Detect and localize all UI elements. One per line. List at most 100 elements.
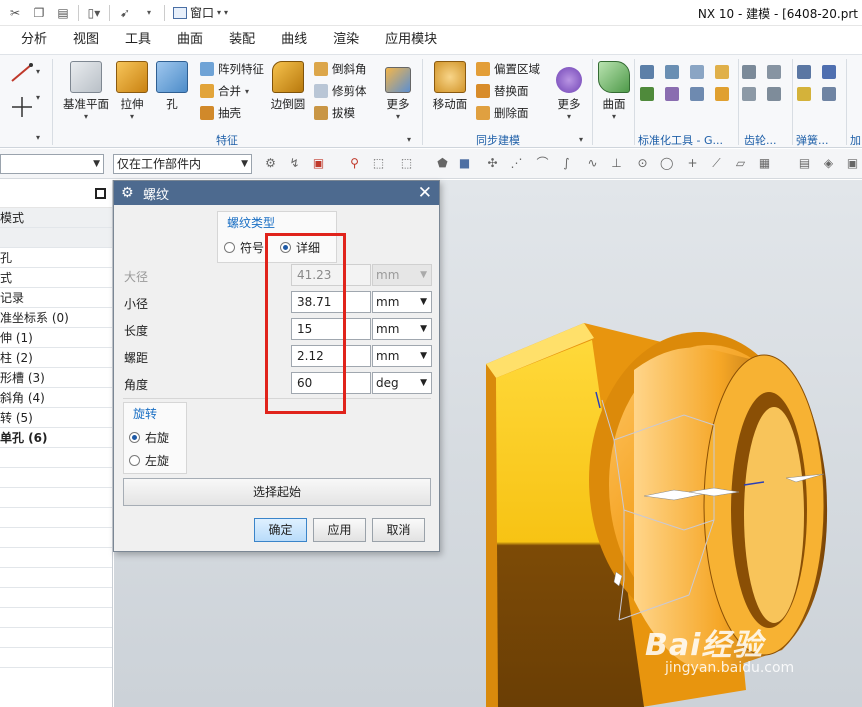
navigator-row[interactable]: 柱 (2) [0,348,112,368]
draft-button[interactable]: 拔模 [314,105,355,121]
navigator-row[interactable] [0,508,112,528]
midpoint-icon[interactable]: ⋰ [510,157,523,170]
minor-diameter-input[interactable]: 38.71 [291,291,371,313]
navigator-row[interactable]: 伸 (1) [0,328,112,348]
navigator-row[interactable] [0,528,112,548]
length-unit-select[interactable]: mm ▼ [372,318,432,340]
detailed-radio[interactable]: 详细 [280,239,320,256]
tangent-icon[interactable]: ⊥ [610,157,623,170]
pitch-input[interactable]: 2.12 [291,345,371,367]
gear-tool-icon[interactable] [742,65,756,79]
navigator-row[interactable]: 模式 [0,208,112,228]
bounded-grid-icon[interactable]: ▦ [758,157,771,170]
navigator-row[interactable] [0,448,112,468]
symbolic-radio[interactable]: 符号 [224,239,264,256]
std-tool-icon[interactable] [715,87,729,101]
tab-view[interactable]: 视图 [60,26,112,54]
close-icon[interactable]: ✕ [418,183,432,203]
tab-application[interactable]: 应用模块 [372,26,450,54]
std-tool-icon[interactable] [690,87,704,101]
std-tool-icon[interactable] [690,65,704,79]
gear-tool-icon[interactable] [767,65,781,79]
orient-view-icon[interactable]: ▣ [846,157,859,170]
type-filter-select[interactable]: ▼ [0,154,104,174]
navigator-row[interactable] [0,588,112,608]
curve-point-icon[interactable]: ∿ [586,157,599,170]
replace-face-button[interactable]: 替换面 [476,83,529,99]
box-select-icon[interactable]: ⬚ [400,157,413,170]
scope-select[interactable]: 仅在工作部件内 ▼ [113,154,252,174]
navigator-row[interactable] [0,228,112,248]
navigator-row[interactable] [0,648,112,668]
navigator-row[interactable]: 式 [0,268,112,288]
navigator-row[interactable]: 转 (5) [0,408,112,428]
tab-surface[interactable]: 曲面 [164,26,216,54]
length-input[interactable]: 15 [291,318,371,340]
navigator-row[interactable]: 记录 [0,288,112,308]
gear-tool-icon[interactable] [767,87,781,101]
endpoint-icon[interactable]: ✣ [486,157,499,170]
tab-curve[interactable]: 曲线 [268,26,320,54]
left-hand-radio[interactable]: 左旋 [129,452,169,469]
paste-icon[interactable]: ▤ [54,3,72,23]
point-on-curve-icon[interactable]: ⟋ [710,157,723,170]
minor-diameter-unit-select[interactable]: mm ▼ [372,291,432,313]
navigator-row[interactable]: 斜角 (4) [0,388,112,408]
maximize-icon[interactable] [95,188,106,199]
navigator-row[interactable] [0,608,112,628]
chevron-down-icon[interactable]: ▾ [36,133,40,142]
ok-button[interactable]: 确定 [254,518,307,542]
std-tool-icon[interactable] [715,65,729,79]
tab-render[interactable]: 渲染 [320,26,372,54]
spring-tool-icon[interactable] [797,65,811,79]
gear-icon[interactable]: ⚙ [121,185,137,201]
customize-icon[interactable]: ▾ [224,8,228,17]
std-tool-icon[interactable] [640,65,654,79]
chamfer-button[interactable]: 倒斜角 [314,61,367,77]
select-start-button[interactable]: 选择起始 [123,478,431,506]
view-icon[interactable]: ▤ [798,157,811,170]
spring-tool-icon[interactable] [822,87,836,101]
extrude-button[interactable]: 拉伸 ▾ [112,61,152,121]
control-point-icon[interactable]: ⌒ [536,157,549,170]
render-style-icon[interactable]: ◈ [822,157,835,170]
snap-icon[interactable]: ⚲ [348,157,361,170]
right-hand-radio[interactable]: 右旋 [129,429,169,446]
navigator-row[interactable]: 单孔 (6) [0,428,112,448]
navigator-row[interactable]: 孔 [0,248,112,268]
apply-button[interactable]: 应用 [313,518,366,542]
tab-analysis[interactable]: 分析 [8,26,60,54]
nut-chamfer[interactable] [486,364,498,707]
trim-body-button[interactable]: 修剪体 [314,83,367,99]
point-on-face-icon[interactable]: ▱ [734,157,747,170]
pattern-feature-button[interactable]: 阵列特征 [200,61,264,77]
quadrant-icon[interactable]: ◯ [660,157,673,170]
delete-face-button[interactable]: 删除面 [476,105,529,121]
window-menu[interactable]: 窗口 ▾ ▾ [173,4,228,21]
intersection-icon[interactable]: ∫ [560,157,573,170]
dropdown-icon[interactable]: ▾ [140,3,158,23]
datum-plane-button[interactable]: 基准平面 ▾ [62,61,110,121]
angle-input[interactable]: 60 [291,372,371,394]
point-snap-icon[interactable]: ⬚ [372,157,385,170]
surface-button[interactable]: 曲面 ▾ [596,61,632,121]
touch-mode-icon[interactable]: ▯▾ [85,3,103,23]
std-tool-icon[interactable] [665,65,679,79]
cut-icon[interactable]: ✂ [6,3,24,23]
navigator-row[interactable] [0,628,112,648]
select-all-icon[interactable]: ⚙ [264,157,277,170]
offset-region-button[interactable]: 偏置区域 [476,61,540,77]
gear-tool-icon[interactable] [742,87,756,101]
chevron-down-icon[interactable]: ▾ [407,135,411,144]
tab-assembly[interactable]: 装配 [216,26,268,54]
sync-more-button[interactable]: 更多 ▾ [550,61,588,121]
deselect-icon[interactable]: ↯ [288,157,301,170]
cancel-button[interactable]: 取消 [372,518,425,542]
navigator-row[interactable]: 准坐标系 (0) [0,308,112,328]
navigator-row[interactable] [0,548,112,568]
chevron-down-icon[interactable]: ▾ [36,67,40,76]
dialog-title-bar[interactable]: ⚙ 螺纹 ✕ [114,181,439,205]
shell-button[interactable]: 抽壳 [200,105,241,121]
hole-button[interactable]: 孔 [154,61,190,112]
navigator-row[interactable] [0,488,112,508]
